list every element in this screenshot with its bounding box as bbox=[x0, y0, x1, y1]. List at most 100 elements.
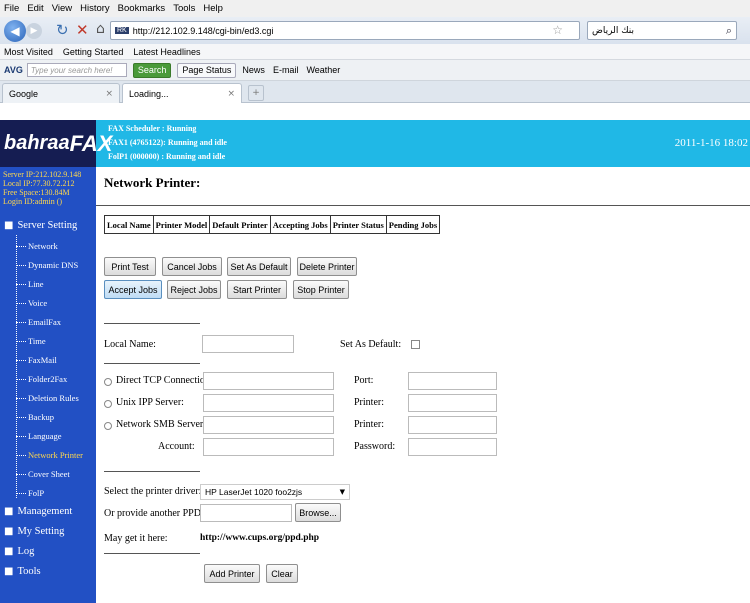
page-top-margin bbox=[0, 103, 750, 120]
avg-search-input[interactable]: Type your search here! bbox=[26, 63, 127, 77]
forward-button[interactable]: ▶ bbox=[26, 23, 42, 39]
sidebar-section-my-setting[interactable]: ■ My Setting bbox=[4, 526, 64, 537]
menu-bookmarks[interactable]: Bookmarks bbox=[118, 3, 166, 14]
sidebar-item-label: Folder2Fax bbox=[28, 374, 68, 384]
unix-ipp-host-input[interactable] bbox=[203, 394, 334, 412]
menu-edit[interactable]: Edit bbox=[27, 3, 43, 14]
url-text[interactable]: http://212.102.9.148/cgi-bin/ed3.cgi bbox=[133, 26, 274, 36]
close-icon[interactable]: × bbox=[227, 89, 235, 99]
sidebar-item-time[interactable]: Time bbox=[16, 336, 46, 346]
sidebar-item-folder2fax[interactable]: Folder2Fax bbox=[16, 374, 67, 384]
email-button[interactable]: E-mail bbox=[273, 65, 299, 75]
sidebar-item-language[interactable]: Language bbox=[16, 431, 62, 441]
sidebar-item-network-printer[interactable]: Network Printer bbox=[16, 450, 83, 460]
sidebar-item-folp[interactable]: FolP bbox=[16, 488, 44, 498]
logo-text: bahraa bbox=[4, 132, 70, 154]
sidebar-item-emailfax[interactable]: EmailFax bbox=[16, 317, 61, 327]
site-identity-badge[interactable]: RK bbox=[115, 27, 129, 34]
delete-printer-button[interactable]: Delete Printer bbox=[297, 257, 357, 276]
address-bar[interactable]: RK http://212.102.9.148/cgi-bin/ed3.cgi … bbox=[110, 21, 580, 40]
avg-search-button[interactable]: Search bbox=[132, 62, 172, 78]
stop-icon[interactable]: ✕ bbox=[76, 21, 89, 39]
set-as-default-button[interactable]: Set As Default bbox=[227, 257, 291, 276]
sidebar-section-tools[interactable]: ■ Tools bbox=[4, 566, 41, 577]
cancel-jobs-button[interactable]: Cancel Jobs bbox=[162, 257, 222, 276]
reject-jobs-button[interactable]: Reject Jobs bbox=[167, 280, 221, 299]
browse-button[interactable]: Browse... bbox=[295, 503, 341, 522]
sidebar-item-label: Deletion Rules bbox=[28, 393, 79, 403]
set-as-default-checkbox[interactable] bbox=[411, 340, 420, 349]
menu-file[interactable]: File bbox=[4, 3, 19, 14]
sidebar: Server IP:212.102.9.148 Local IP:77.30.7… bbox=[0, 167, 96, 603]
section-label: Server Setting bbox=[17, 220, 78, 231]
avg-logo[interactable]: AVG bbox=[4, 65, 23, 75]
accept-jobs-button[interactable]: Accept Jobs bbox=[104, 280, 162, 299]
sidebar-item-voice[interactable]: Voice bbox=[16, 298, 47, 308]
sidebar-item-label: Network Printer bbox=[28, 450, 84, 460]
search-engine-box[interactable]: بنك الرياض ⌕ bbox=[587, 21, 737, 40]
smb-host-input[interactable] bbox=[203, 416, 334, 434]
page-status-button[interactable]: Page Status bbox=[177, 62, 237, 78]
back-arrow-icon: ◀ bbox=[10, 24, 20, 38]
bookmark-getting-started[interactable]: Getting Started bbox=[63, 47, 124, 57]
menu-help[interactable]: Help bbox=[203, 3, 223, 14]
ppd-file-input[interactable] bbox=[200, 504, 292, 522]
sidebar-item-backup[interactable]: Backup bbox=[16, 412, 54, 422]
printer-driver-select[interactable]: HP LaserJet 1020 foo2zjs ▼ bbox=[200, 484, 350, 500]
back-button[interactable]: ◀ bbox=[4, 20, 26, 42]
local-ip: Local IP:77.30.72.212 bbox=[3, 179, 75, 188]
sidebar-item-label: EmailFax bbox=[28, 317, 62, 327]
new-tab-button[interactable]: + bbox=[248, 85, 264, 101]
ppd-link[interactable]: http://www.cups.org/ppd.php bbox=[200, 533, 319, 543]
unix-ipp-radio[interactable] bbox=[104, 400, 112, 408]
chevron-down-icon: ▼ bbox=[339, 488, 345, 496]
news-button[interactable]: News bbox=[242, 65, 265, 75]
search-icon[interactable]: ⌕ bbox=[726, 24, 732, 38]
main-content: Network Printer: Local Name Printer Mode… bbox=[96, 167, 750, 603]
menu-view[interactable]: View bbox=[52, 3, 72, 14]
sidebar-item-dynamic-dns[interactable]: Dynamic DNS bbox=[16, 260, 78, 270]
sidebar-section-management[interactable]: ■ Management bbox=[4, 506, 72, 517]
tools-icon: ■ bbox=[4, 566, 14, 577]
menu-tools[interactable]: Tools bbox=[173, 3, 195, 14]
sidebar-item-line[interactable]: Line bbox=[16, 279, 44, 289]
divider bbox=[104, 553, 200, 554]
menu-history[interactable]: History bbox=[80, 3, 110, 14]
sidebar-item-deletion-rules[interactable]: Deletion Rules bbox=[16, 393, 79, 403]
bookmark-latest-headlines[interactable]: Latest Headlines bbox=[133, 47, 200, 57]
weather-button[interactable]: Weather bbox=[306, 65, 340, 75]
smb-printer-input[interactable] bbox=[408, 416, 497, 434]
clear-button[interactable]: Clear bbox=[266, 564, 298, 583]
ipp-printer-input[interactable] bbox=[408, 394, 497, 412]
sidebar-item-label: Time bbox=[28, 336, 46, 346]
password-input[interactable] bbox=[408, 438, 497, 456]
start-printer-button[interactable]: Start Printer bbox=[227, 280, 287, 299]
divider bbox=[104, 323, 200, 324]
close-icon[interactable]: × bbox=[105, 89, 113, 99]
direct-tcp-host-input[interactable] bbox=[203, 372, 334, 390]
tab-loading[interactable]: Loading... × bbox=[122, 83, 242, 103]
stop-printer-button[interactable]: Stop Printer bbox=[293, 280, 349, 299]
port-input[interactable] bbox=[408, 372, 497, 390]
sidebar-item-label: Language bbox=[28, 431, 62, 441]
sidebar-section-server-setting[interactable]: ■ Server Setting bbox=[4, 220, 77, 231]
direct-tcp-radio[interactable] bbox=[104, 378, 112, 386]
account-input[interactable] bbox=[203, 438, 334, 456]
sidebar-item-network[interactable]: Network bbox=[16, 241, 58, 251]
sidebar-section-log[interactable]: ■ Log bbox=[4, 546, 34, 557]
home-icon[interactable]: ⌂ bbox=[96, 21, 105, 37]
print-test-button[interactable]: Print Test bbox=[104, 257, 156, 276]
network-smb-radio[interactable] bbox=[104, 422, 112, 430]
add-printer-button[interactable]: Add Printer bbox=[204, 564, 260, 583]
sidebar-item-faxmail[interactable]: FaxMail bbox=[16, 355, 57, 365]
bookmark-most-visited[interactable]: Most Visited bbox=[4, 47, 53, 57]
service-status: FAX Scheduler : Running FAX1 (4765122): … bbox=[108, 122, 227, 164]
local-name-input[interactable] bbox=[202, 335, 294, 353]
sidebar-item-label: Line bbox=[28, 279, 44, 289]
tab-google[interactable]: Google × bbox=[2, 83, 120, 103]
column-header: Printer Model bbox=[152, 215, 211, 234]
bookmark-star-icon[interactable]: ☆ bbox=[552, 23, 563, 37]
password-label: Password: bbox=[354, 441, 396, 452]
sidebar-item-cover-sheet[interactable]: Cover Sheet bbox=[16, 469, 70, 479]
reload-icon[interactable]: ↻ bbox=[56, 21, 69, 39]
